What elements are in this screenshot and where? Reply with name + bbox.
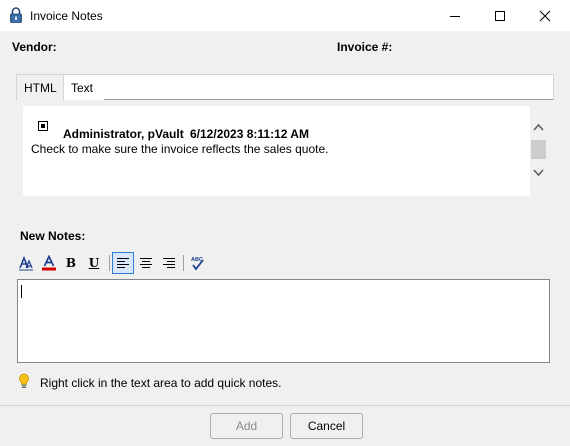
align-center-icon[interactable] xyxy=(135,252,157,274)
font-icon[interactable] xyxy=(15,252,37,274)
new-notes-label: New Notes: xyxy=(20,229,86,243)
scroll-down-arrow[interactable] xyxy=(530,166,547,180)
bold-button[interactable]: B xyxy=(60,252,82,274)
footer-divider xyxy=(0,405,570,406)
vendor-label: Vendor: xyxy=(12,40,57,54)
note-text: Check to make sure the invoice reflects … xyxy=(31,142,329,156)
spell-check-icon[interactable]: ABC xyxy=(187,252,209,274)
note-icon xyxy=(38,121,48,131)
note-date: 6/12/2023 8:11:12 AM xyxy=(190,127,309,141)
minimize-button[interactable] xyxy=(432,0,478,31)
quick-notes-hint: Right click in the text area to add quic… xyxy=(40,376,282,390)
new-notes-editor[interactable] xyxy=(17,279,550,363)
close-button[interactable] xyxy=(522,0,568,31)
lightbulb-icon xyxy=(18,373,30,389)
lock-icon xyxy=(9,7,23,23)
font-color-icon[interactable] xyxy=(38,252,60,274)
note-author: Administrator, pVault xyxy=(63,127,184,141)
invoice-number-label: Invoice #: xyxy=(337,40,393,54)
window-title: Invoice Notes xyxy=(30,9,103,23)
underline-button[interactable]: U xyxy=(83,252,105,274)
toolbar-separator xyxy=(183,255,184,271)
notes-tabstrip: HTML Text xyxy=(16,74,554,100)
scroll-up-arrow[interactable] xyxy=(530,120,547,134)
toolbar-separator xyxy=(109,255,110,271)
scrollbar-thumb[interactable] xyxy=(531,140,546,159)
add-button[interactable]: Add xyxy=(210,413,283,439)
align-right-icon[interactable] xyxy=(158,252,180,274)
tab-text[interactable]: Text xyxy=(64,75,104,100)
maximize-button[interactable] xyxy=(477,0,523,31)
tab-html[interactable]: HTML xyxy=(17,75,64,100)
align-left-icon[interactable] xyxy=(112,252,134,274)
text-caret xyxy=(21,285,22,298)
cancel-button[interactable]: Cancel xyxy=(290,413,363,439)
